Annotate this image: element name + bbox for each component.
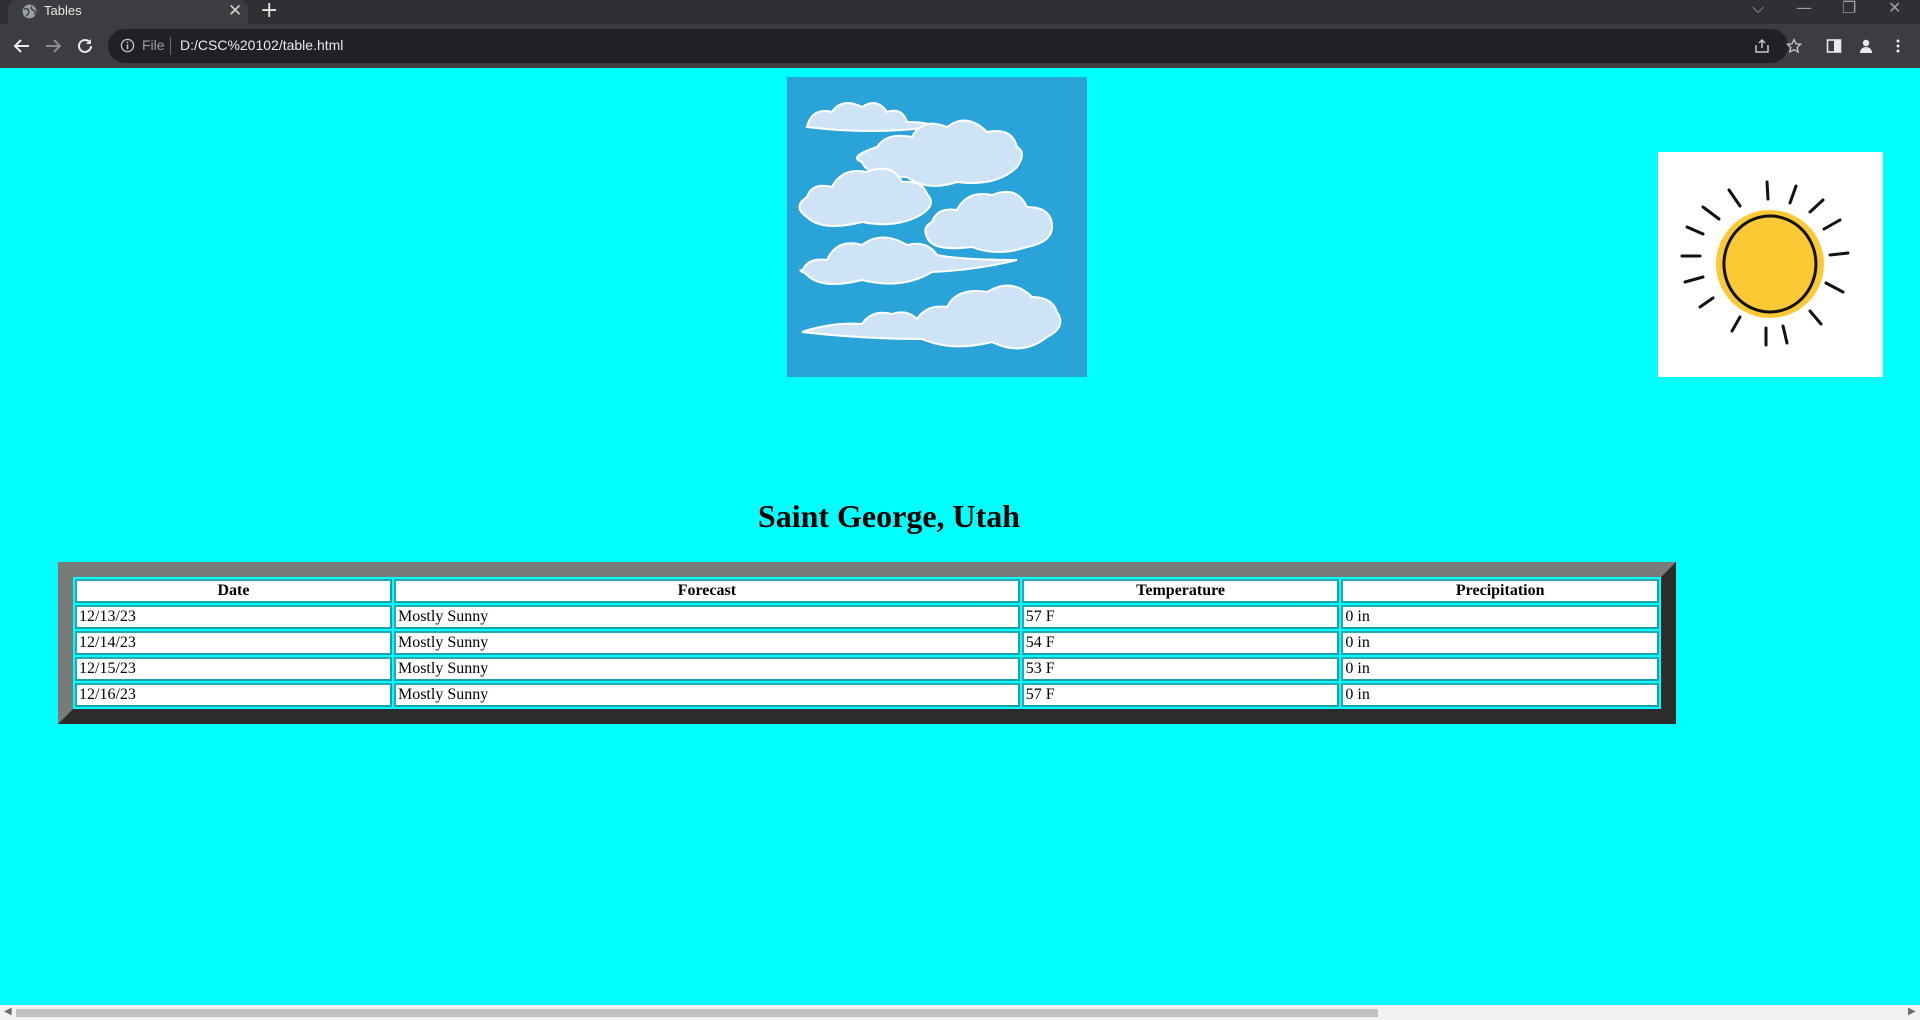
side-panel-icon[interactable] [1822,34,1846,58]
url-scheme-label: File [142,37,165,53]
scrollbar-thumb[interactable] [16,1009,1378,1017]
table-header-row: Date Forecast Temperature Precipitation [75,579,1659,603]
forecast-cell: Mostly Sunny [393,657,1020,681]
scroll-right-icon[interactable]: ▶ [1908,1006,1916,1017]
precipitation-cell: 0 in [1341,605,1659,629]
column-header-precipitation: Precipitation [1341,579,1659,603]
browser-toolbar: File D:/CSC%20102/table.html [0,24,1920,68]
date-cell: 12/13/23 [75,605,392,629]
minimize-button[interactable]: — [1796,0,1812,17]
precipitation-cell: 0 in [1341,657,1659,681]
horizontal-scrollbar[interactable]: ◀ ▶ [0,1005,1920,1020]
restore-button[interactable]: ❐ [1842,0,1856,17]
new-tab-button[interactable]: + [260,0,278,23]
precipitation-cell: 0 in [1341,683,1659,707]
close-window-button[interactable]: ✕ [1888,0,1901,17]
date-cell: 12/14/23 [75,631,392,655]
temperature-cell: 54 F [1021,631,1340,655]
forecast-cell: Mostly Sunny [393,605,1020,629]
share-icon[interactable] [1750,34,1774,58]
tab-close-icon[interactable]: ✕ [228,1,242,21]
table-row: 12/14/23 Mostly Sunny 54 F 0 in [75,631,1659,655]
forecast-cell: Mostly Sunny [393,683,1020,707]
temperature-cell: 57 F [1021,683,1340,707]
precipitation-cell: 0 in [1341,631,1659,655]
forward-icon[interactable] [41,34,65,58]
date-cell: 12/16/23 [75,683,392,707]
star-icon[interactable] [1782,34,1806,58]
tab-strip: Tables ✕ + ⌵ — ❐ ✕ [0,0,1920,24]
tab-title: Tables [44,3,82,18]
weather-table: Date Forecast Temperature Precipitation … [58,562,1676,724]
browser-tab[interactable]: Tables ✕ [8,0,248,24]
temperature-cell: 57 F [1021,605,1340,629]
clouds-image [787,77,1087,377]
temperature-cell: 53 F [1021,657,1340,681]
column-header-temperature: Temperature [1021,579,1340,603]
forecast-cell: Mostly Sunny [393,631,1020,655]
scroll-left-icon[interactable]: ◀ [4,1006,12,1017]
table-row: 12/16/23 Mostly Sunny 57 F 0 in [75,683,1659,707]
sun-image [1658,152,1883,377]
column-header-date: Date [75,579,392,603]
globe-icon [22,4,37,19]
date-cell: 12/15/23 [75,657,392,681]
address-separator [170,37,171,55]
table-row: 12/13/23 Mostly Sunny 57 F 0 in [75,605,1659,629]
profile-icon[interactable] [1854,34,1878,58]
tab-search-icon[interactable]: ⌵ [1752,0,1764,18]
menu-icon[interactable] [1886,34,1910,58]
url-text[interactable]: D:/CSC%20102/table.html [180,37,343,53]
column-header-forecast: Forecast [393,579,1020,603]
reload-icon[interactable] [73,34,97,58]
info-icon[interactable] [120,38,135,53]
back-icon[interactable] [10,34,34,58]
page-title: Saint George, Utah [757,498,1021,534]
address-bar[interactable]: File D:/CSC%20102/table.html [108,29,1788,63]
table-row: 12/15/23 Mostly Sunny 53 F 0 in [75,657,1659,681]
